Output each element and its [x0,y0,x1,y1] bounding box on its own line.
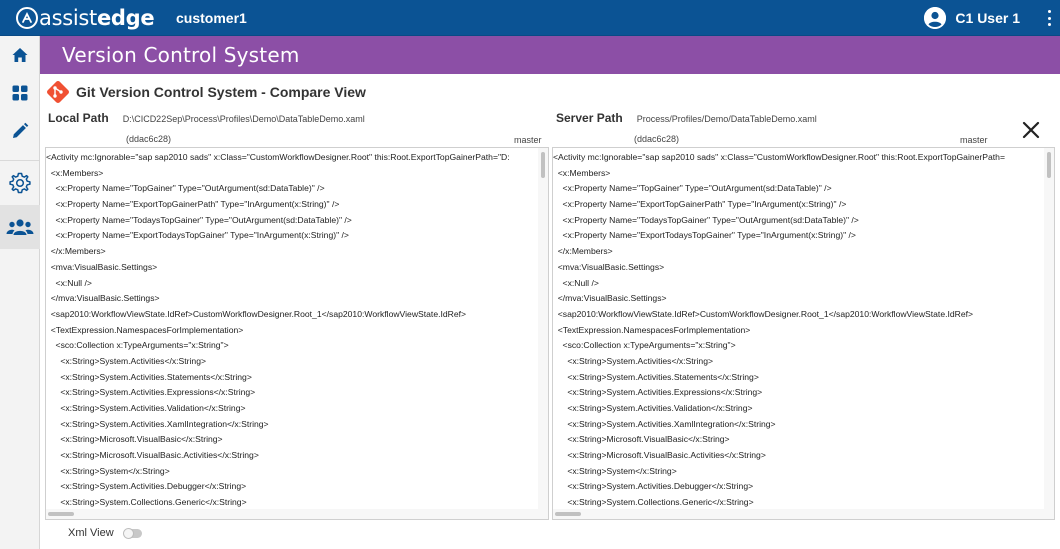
code-line: </x:Members> [46,246,106,257]
code-line: <x:String>System.Activities.XamlIntegrat… [553,418,776,429]
code-line: <x:String>System.Activities.Validation</… [553,403,753,413]
logo-text: assistedge [39,5,155,30]
code-line: <x:Property Name="ExportTodaysTopGainer"… [46,230,349,241]
code-line: <x:Property Name="ExportTodaysTopGainer"… [553,230,856,241]
server-path-value: Process/Profiles/Demo/DataTableDemo.xaml [636,114,817,124]
code-line: <mva:VisualBasic.Settings> [553,261,665,272]
code-line: <x:Property Name="ExportTopGainerPath" T… [553,199,847,210]
code-line: <x:Members> [553,167,611,178]
code-line: <x:Property Name="TopGainer" Type="OutAr… [46,183,325,194]
code-line: <x:String>System.Collections.Generic</x:… [46,497,247,508]
code-line: <x:Members> [46,167,104,178]
code-line: <sap2010:WorkflowViewState.IdRef>CustomW… [553,308,974,319]
local-code-pane[interactable]: <Activity mc:Ignorable="sap sap2010 sads… [45,147,549,520]
local-branch: master [514,135,542,145]
page-title-bar: Version Control System [40,36,1060,74]
sidebar-item-dashboard[interactable] [0,74,40,112]
code-line: <x:Null /> [46,277,92,288]
server-commit-hash: (ddac6c28) [634,134,680,144]
code-line: <TextExpression.NamespacesForImplementat… [46,324,244,335]
top-navbar: assistedge customer1 C1 User 1 [0,0,1060,36]
code-line: </x:Members> [553,246,613,257]
git-logo-icon [47,81,69,103]
logo-mark-icon [16,6,38,29]
server-code-pane[interactable]: <Activity mc:Ignorable="sap sap2010 sads… [552,147,1055,520]
code-line: <x:String>System.Activities.Expressions<… [553,387,763,398]
server-path-row: Server Path Process/Profiles/Demo/DataTa… [556,111,817,125]
gear-icon [9,172,31,194]
xml-view-control: Xml View [68,527,142,539]
local-horizontal-scrollbar[interactable] [46,509,548,519]
user-name: C1 User 1 [955,9,1020,26]
tenant-name[interactable]: customer1 [176,10,247,26]
code-line: <x:String>Microsoft.VisualBasic.Activiti… [553,450,766,461]
sidebar [0,36,40,549]
code-line: <x:String>System.Activities.Validation</… [46,403,246,413]
code-line: <sap2010:WorkflowViewState.IdRef>CustomW… [46,308,467,319]
server-code-lines: <Activity mc:Ignorable="sap sap2010 sads… [553,150,1044,509]
xml-view-label: Xml View [68,527,114,539]
server-horizontal-scrollbar[interactable] [553,509,1054,519]
compare-view-panel: Git Version Control System - Compare Vie… [40,74,1060,549]
code-line: <x:String>Microsoft.VisualBasic.Activiti… [46,450,259,461]
code-line: <sco:Collection x:TypeArguments="x:Strin… [553,340,736,351]
code-line: <x:Property Name="ExportTopGainerPath" T… [46,199,340,210]
local-path-label: Local Path [48,111,109,125]
code-line: <x:Property Name="TodaysTopGainer" Type=… [46,214,352,225]
code-line: <x:String>System.Activities.Debugger</x:… [46,481,247,492]
code-line: <x:String>Microsoft.VisualBasic</x:Strin… [553,434,730,445]
code-line: <Activity mc:Ignorable="sap sap2010 sads… [553,152,1005,162]
server-vertical-scrollbar[interactable] [1044,148,1054,509]
server-path-label: Server Path [556,111,623,125]
code-line: <sco:Collection x:TypeArguments="x:Strin… [46,340,229,351]
code-line: <x:String>System.Activities.XamlIntegrat… [46,418,269,429]
code-line: <x:String>System.Activities</x:String> [46,355,206,366]
code-line: <x:String>System.Collections.Generic</x:… [553,497,754,508]
code-line: <mva:VisualBasic.Settings> [46,261,158,272]
code-line: <x:String>System.Activities.Statements</… [46,371,252,382]
page-title: Version Control System [62,43,300,67]
code-line: </mva:VisualBasic.Settings> [46,293,160,304]
dashboard-icon [12,85,28,101]
code-line: <x:String>Microsoft.VisualBasic</x:Strin… [46,434,223,445]
sidebar-item-settings[interactable] [0,161,40,205]
local-path-value: D:\CICD22Sep\Process\Profiles\Demo\DataT… [122,114,365,124]
sidebar-item-users[interactable] [0,205,40,249]
code-line: <x:String>System</x:String> [46,465,170,476]
local-vertical-scrollbar[interactable] [538,148,548,509]
assistedge-logo[interactable]: assistedge [16,0,156,36]
code-line: <x:String>System.Activities</x:String> [553,355,713,366]
close-icon[interactable] [1020,119,1042,141]
code-line: <TextExpression.NamespacesForImplementat… [553,324,751,335]
user-menu[interactable]: C1 User 1 [924,6,1020,29]
user-avatar-icon [924,6,947,29]
code-line: <x:String>System.Activities.Expressions<… [46,387,256,398]
local-code-lines: <Activity mc:Ignorable="sap sap2010 sads… [46,150,538,509]
local-path-row: Local Path D:\CICD22Sep\Process\Profiles… [48,111,365,125]
code-line: <x:Property Name="TodaysTopGainer" Type=… [553,214,859,225]
home-icon [12,48,28,62]
server-branch: master [960,135,988,145]
code-line: <Activity mc:Ignorable="sap sap2010 sads… [46,152,510,162]
code-line: <x:String>System</x:String> [553,465,677,476]
xml-view-toggle[interactable] [122,527,142,539]
compare-view-header: Git Version Control System - Compare Vie… [46,80,366,104]
code-line: <x:String>System.Activities.Statements</… [553,371,759,382]
sidebar-item-edit[interactable] [0,112,40,150]
sidebar-item-home[interactable] [0,36,40,74]
pencil-icon [13,122,29,138]
sidebar-admin-group [0,160,40,249]
compare-view-title: Git Version Control System - Compare Vie… [76,84,366,100]
code-line: </mva:VisualBasic.Settings> [553,293,667,304]
code-line: <x:Null /> [553,277,599,288]
code-line: <x:Property Name="TopGainer" Type="OutAr… [553,183,832,194]
code-line: <x:String>System.Activities.Debugger</x:… [553,481,754,492]
users-icon [6,219,34,235]
more-options-icon[interactable] [1048,10,1052,26]
local-commit-hash: (ddac6c28) [126,134,172,144]
